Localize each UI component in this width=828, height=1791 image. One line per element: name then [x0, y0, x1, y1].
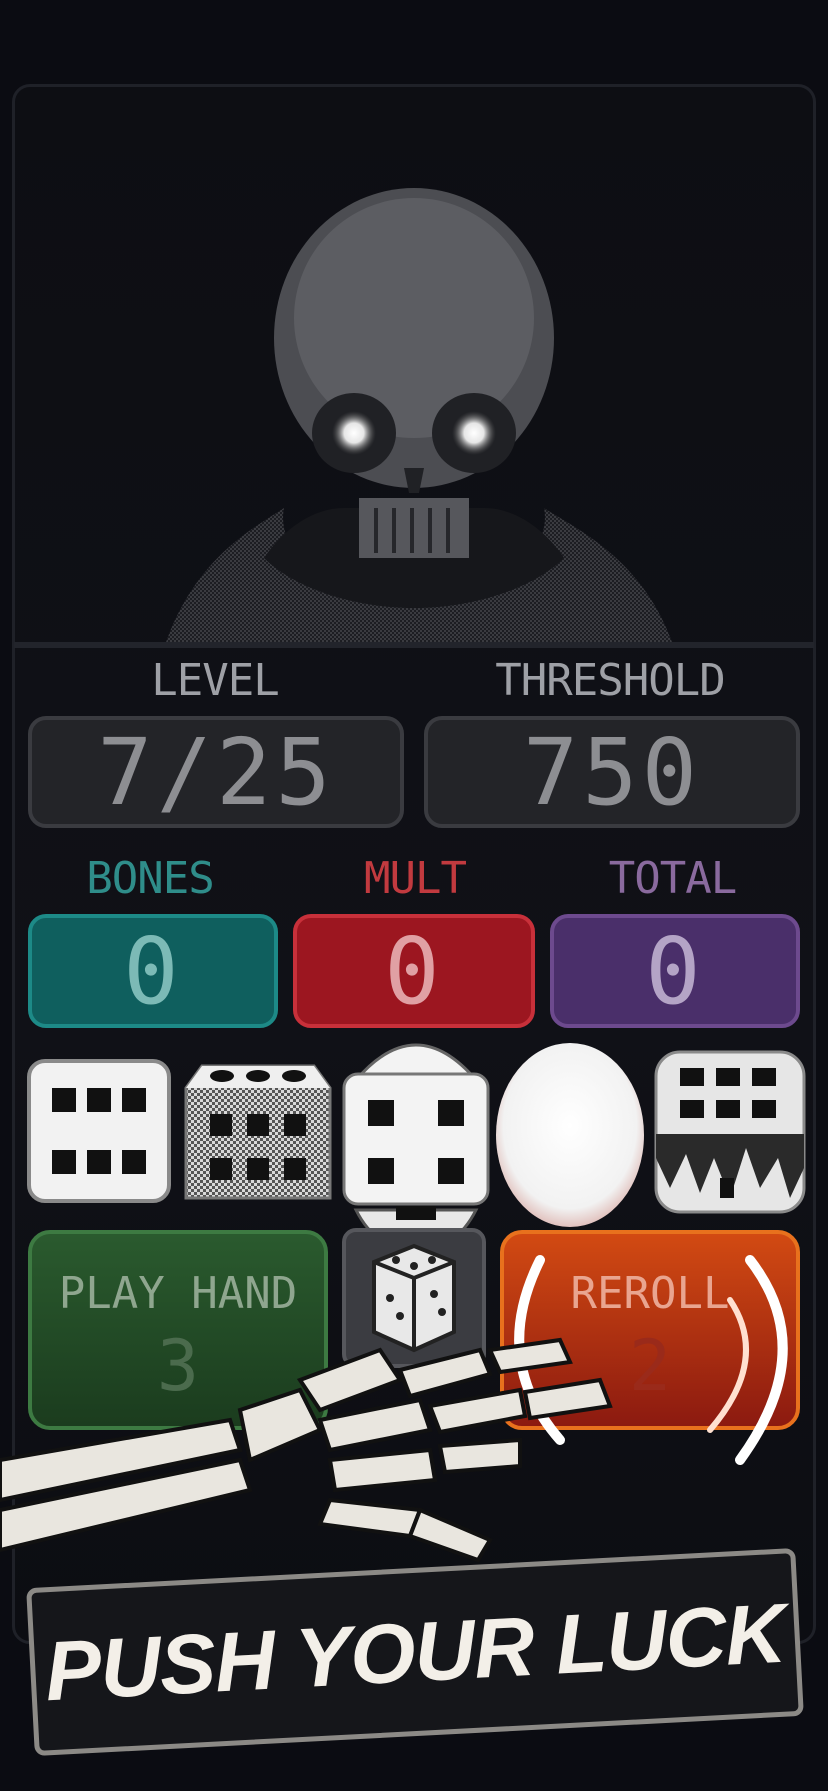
total-label: TOTAL — [608, 853, 737, 904]
skull-icon — [164, 188, 674, 648]
skeleton-hand-icon — [0, 1337, 613, 1563]
bones-value: 0 — [28, 914, 278, 1028]
bones-label: BONES — [86, 853, 214, 904]
threshold-label: THRESHOLD — [495, 655, 725, 706]
die-four-icon[interactable] — [336, 1010, 496, 1260]
die-six-checkered-icon[interactable] — [182, 1048, 334, 1208]
die-glowing-icon[interactable] — [494, 1040, 646, 1230]
banner-text: PUSH YOUR LUCK — [42, 1585, 788, 1718]
total-value: 0 — [550, 914, 800, 1028]
die-six-melting-icon[interactable] — [650, 1048, 810, 1218]
dice-tray — [0, 1040, 828, 1252]
divider — [14, 642, 814, 648]
mult-label: MULT — [364, 853, 467, 904]
threshold-value: 750 — [424, 716, 800, 828]
skull-portrait — [14, 88, 814, 648]
level-label: LEVEL — [151, 655, 279, 706]
level-value: 7/25 — [28, 716, 404, 828]
die-six-icon[interactable] — [26, 1058, 172, 1204]
